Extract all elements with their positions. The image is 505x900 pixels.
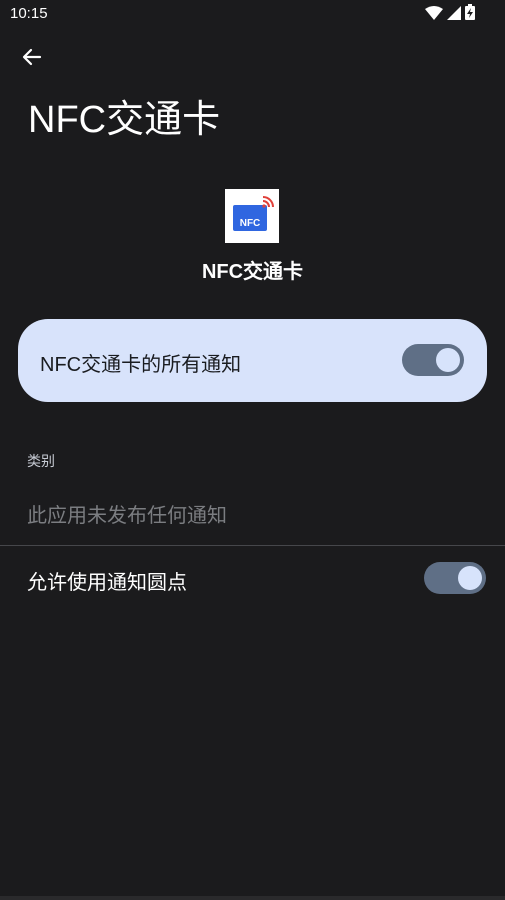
status-time: 10:15	[10, 5, 48, 22]
navigation-bar	[0, 896, 505, 900]
toggle-thumb	[458, 566, 482, 590]
categories-header: 类别	[27, 454, 55, 470]
app-icon: NFC	[225, 189, 279, 243]
app-name: NFC交通卡	[201, 261, 304, 283]
back-button[interactable]	[14, 44, 50, 74]
status-icons	[425, 4, 475, 24]
page-title: NFC交通卡	[28, 99, 221, 141]
status-bar: 10:15	[0, 0, 505, 28]
notification-dot-toggle[interactable]	[424, 562, 486, 594]
battery-charging-icon	[465, 4, 475, 24]
arrow-back-icon	[22, 47, 42, 71]
notification-dot-label: 允许使用通知圆点	[27, 570, 187, 594]
divider	[0, 545, 505, 546]
all-notifications-toggle[interactable]	[402, 344, 464, 376]
no-notifications-message: 此应用未发布任何通知	[27, 503, 227, 527]
all-notifications-label: NFC交通卡的所有通知	[40, 354, 242, 376]
app-icon-text: NFC	[240, 218, 261, 229]
toggle-thumb	[436, 348, 460, 372]
signal-icon	[447, 5, 461, 24]
wifi-icon	[425, 5, 443, 24]
all-notifications-switch-row[interactable]: NFC交通卡的所有通知	[18, 319, 487, 402]
notification-dot-row[interactable]: 允许使用通知圆点	[0, 547, 505, 611]
